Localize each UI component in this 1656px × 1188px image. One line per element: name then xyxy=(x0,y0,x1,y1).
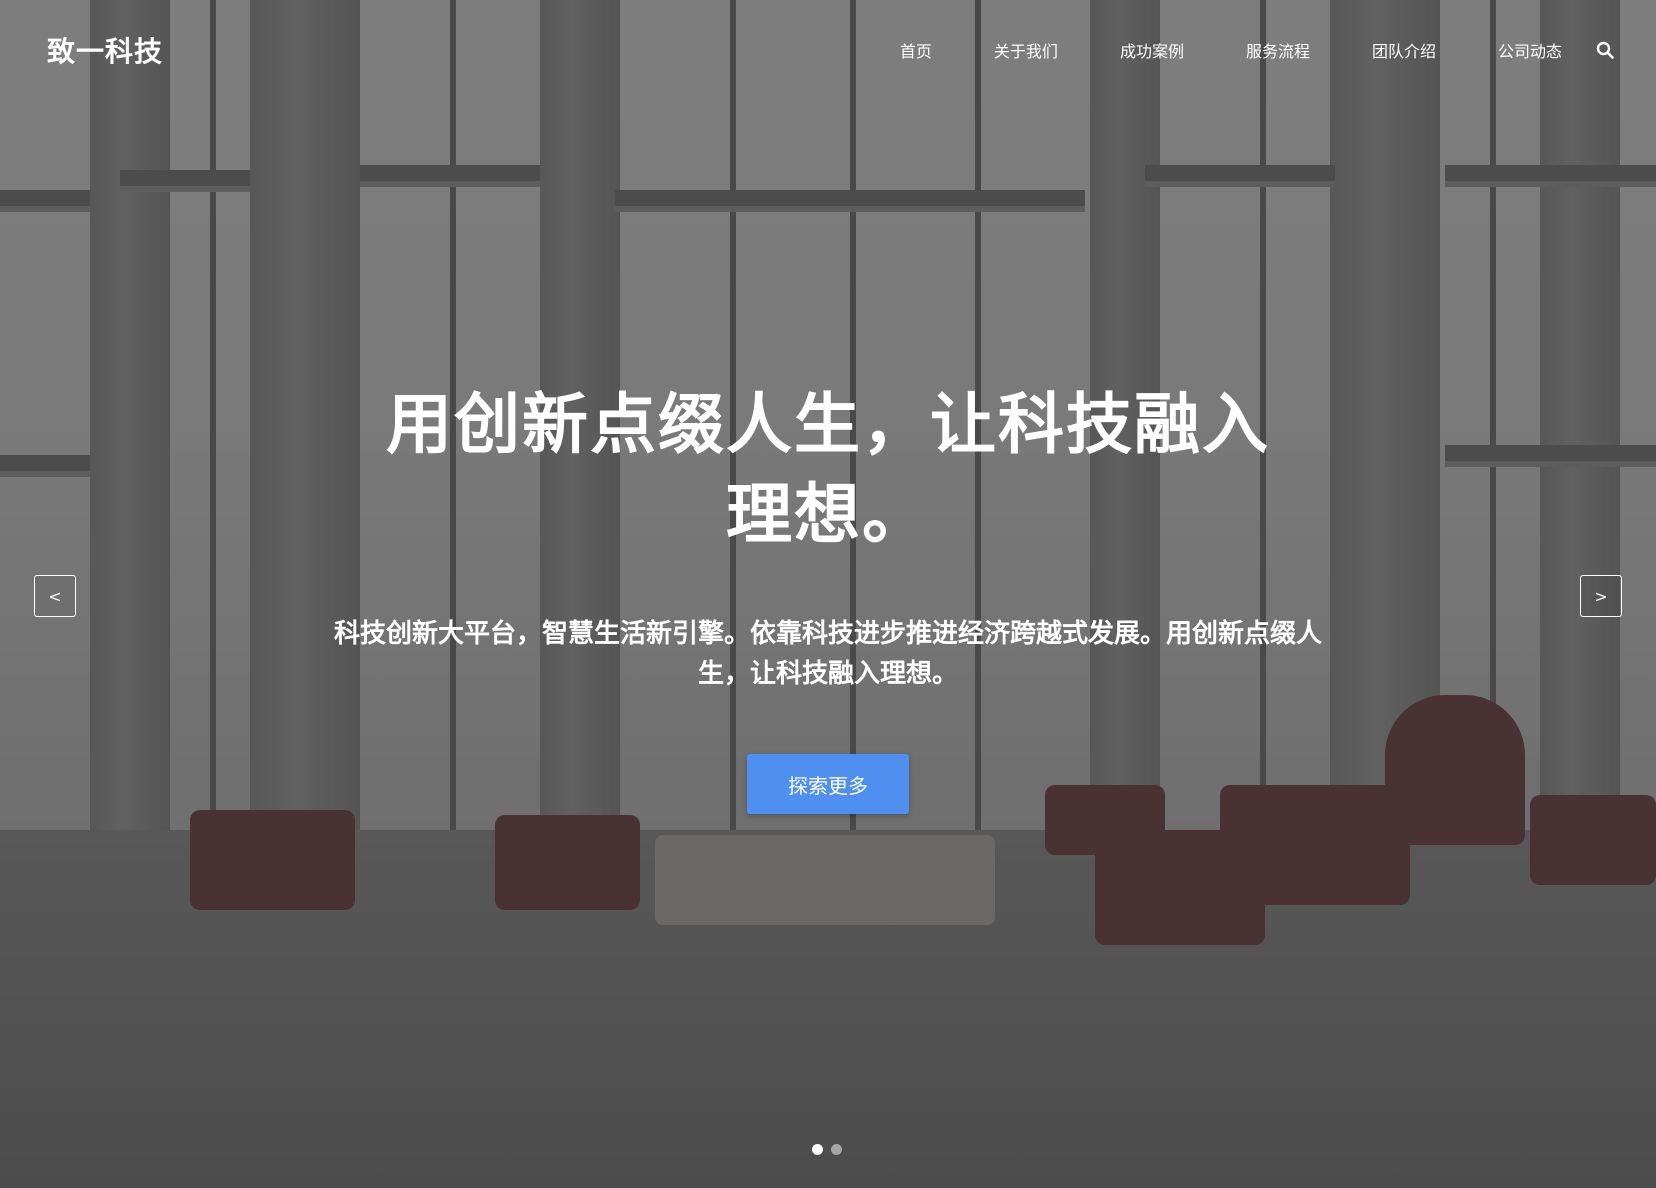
explore-more-button[interactable]: 探索更多 xyxy=(747,754,909,814)
carousel-indicators xyxy=(812,1144,850,1155)
hero-title: 用创新点缀人生，让科技融入理想。 xyxy=(386,386,1270,553)
main-nav: 首页 关于我们 成功案例 服务流程 团队介绍 公司动态 xyxy=(900,38,1614,62)
nav-item-about[interactable]: 关于我们 xyxy=(994,38,1058,62)
carousel-dot-1[interactable] xyxy=(812,1144,823,1155)
carousel-next-button[interactable]: > xyxy=(1580,575,1622,617)
search-icon[interactable] xyxy=(1596,41,1614,59)
nav-item-home[interactable]: 首页 xyxy=(900,38,932,62)
nav-item-process[interactable]: 服务流程 xyxy=(1246,38,1310,62)
hero-banner: 致一科技 首页 关于我们 成功案例 服务流程 团队介绍 公司动态 用创新点缀人生… xyxy=(0,0,1656,1188)
hero-subtitle: 科技创新大平台，智慧生活新引擎。依靠科技进步推进经济跨越式发展。用创新点缀人生，… xyxy=(333,619,1322,689)
carousel-prev-button[interactable]: < xyxy=(34,575,76,617)
nav-item-cases[interactable]: 成功案例 xyxy=(1120,38,1184,62)
nav-item-team[interactable]: 团队介绍 xyxy=(1372,38,1436,62)
dark-overlay xyxy=(0,0,1656,1188)
site-logo[interactable]: 致一科技 xyxy=(47,30,163,70)
nav-item-news[interactable]: 公司动态 xyxy=(1498,38,1562,62)
carousel-dot-2[interactable] xyxy=(831,1144,842,1155)
